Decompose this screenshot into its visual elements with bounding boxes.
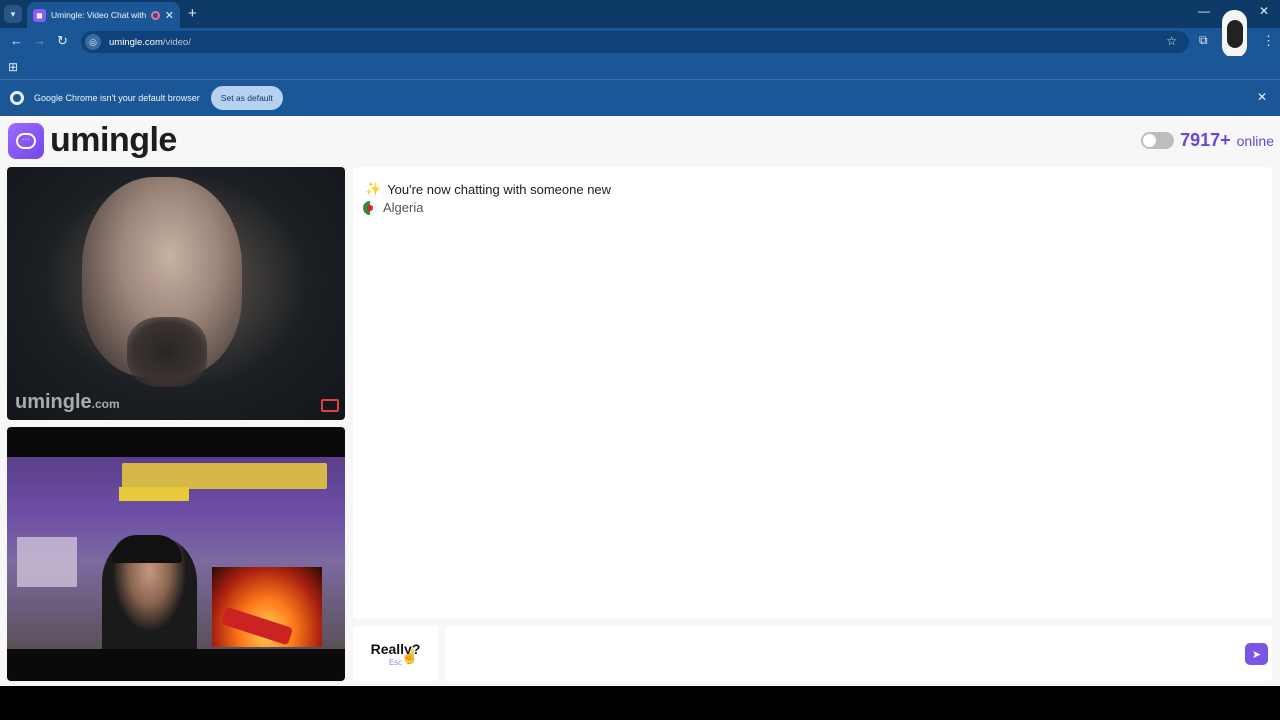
browser-tab[interactable]: ◼ Umingle: Video Chat with S ✕ — [27, 2, 180, 28]
online-count: 7917+ — [1180, 130, 1231, 150]
infobar-close-icon[interactable]: ✕ — [1257, 90, 1267, 104]
site-info-icon[interactable]: ◎ — [85, 34, 101, 50]
logo-bubble: ··· — [16, 132, 36, 149]
bookmark-star-icon[interactable]: ☆ — [1166, 34, 1177, 48]
reload-icon[interactable]: ↻ — [57, 33, 68, 49]
background-banner — [122, 463, 327, 489]
local-person-cap — [112, 535, 182, 563]
online-indicator: 7917+ online — [1141, 130, 1274, 151]
logo-text: umingle — [50, 121, 177, 159]
new-tab-button[interactable]: + — [188, 5, 197, 22]
set-default-button[interactable]: Set as default — [210, 86, 283, 110]
profile-avatar[interactable] — [1222, 10, 1247, 58]
profile-image — [1226, 20, 1243, 48]
watermark-domain: .com — [91, 397, 120, 411]
algeria-flag-icon — [363, 200, 377, 215]
minimize-icon[interactable]: — — [1198, 4, 1210, 18]
tab-search-icon[interactable]: ▾ — [4, 5, 22, 23]
toggle-knob — [1143, 134, 1157, 147]
sparkle-icon: ✨ — [365, 181, 382, 196]
send-icon: ➤ — [1251, 648, 1262, 661]
local-stream — [7, 457, 345, 649]
tab-title: Umingle: Video Chat with S — [51, 10, 146, 20]
bookmarks-bar: ⊞ — [0, 56, 1280, 80]
browser-toolbar: ← → ↻ ◎ umingle.com/video/ ☆ — [0, 28, 1280, 56]
country-name: Algeria — [383, 200, 424, 215]
window-close-icon[interactable]: ✕ — [1259, 4, 1269, 18]
address-bar[interactable]: ◎ umingle.com/video/ ☆ — [81, 31, 1189, 53]
umingle-favicon-icon: ◼ — [33, 8, 46, 22]
site-logo[interactable]: ··· umingle — [8, 121, 177, 160]
system-message: ✨ You're now chatting with someone new — [365, 181, 611, 197]
report-flag-icon[interactable] — [321, 399, 339, 412]
chat-bubble-logo-icon: ··· — [8, 122, 44, 159]
url-text: umingle.com/video/ — [109, 37, 191, 48]
local-video — [7, 427, 345, 681]
flag-crescent — [367, 204, 373, 211]
browser-titlebar: ▾ ◼ Umingle: Video Chat with S ✕ + — ✕ — [0, 0, 1280, 28]
forward-icon[interactable]: → — [33, 33, 46, 48]
watermark-text: umingle — [15, 391, 92, 413]
background-banner-small — [119, 487, 189, 501]
settings-toggle[interactable] — [1141, 132, 1175, 149]
back-icon[interactable]: ← — [10, 33, 23, 48]
page-content: ··· umingle 7917+ online umingle.com ✨ Y… — [0, 116, 1280, 686]
chrome-logo-icon — [10, 91, 24, 105]
chat-message-input[interactable] — [445, 626, 1272, 681]
extensions-icon[interactable]: ⧉ — [1199, 33, 1208, 48]
default-browser-infobar: Google Chrome isn't your default browser… — [0, 80, 1280, 116]
skip-button[interactable]: Really? Esc — [353, 626, 438, 681]
chrome-menu-icon[interactable]: ⋮ — [1262, 33, 1275, 49]
remote-beard — [127, 317, 207, 387]
online-label: online — [1236, 132, 1274, 149]
video-watermark: umingle.com — [15, 391, 120, 414]
background-shelf — [17, 537, 77, 587]
partner-country: Algeria — [363, 200, 423, 215]
chat-panel: ✨ You're now chatting with someone new A… — [353, 167, 1272, 619]
system-message-text: You're now chatting with someone new — [387, 181, 612, 197]
infobar-message: Google Chrome isn't your default browser — [34, 93, 200, 103]
url-domain: umingle.com — [109, 36, 163, 48]
apps-grid-icon[interactable]: ⊞ — [8, 60, 18, 74]
recording-indicator-icon — [150, 10, 160, 20]
url-path: /video/ — [162, 36, 191, 48]
mouse-pointer-icon: ☝ — [401, 648, 419, 664]
remote-video: umingle.com — [7, 167, 345, 420]
send-button[interactable]: ➤ — [1245, 643, 1268, 665]
tab-close-icon[interactable]: ✕ — [165, 9, 174, 22]
